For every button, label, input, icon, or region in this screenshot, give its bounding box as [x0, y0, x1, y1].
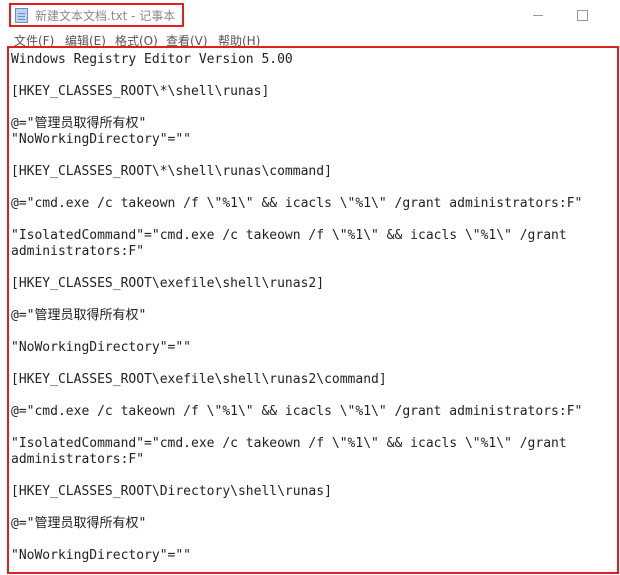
- editor-line: [HKEY_CLASSES_ROOT\exefile\shell\runas2]: [11, 276, 325, 291]
- maximize-icon: [576, 10, 588, 21]
- minimize-icon: [533, 15, 543, 16]
- window-title: 新建文本文档.txt - 记事本: [35, 9, 176, 23]
- editor-line: [HKEY_CLASSES_ROOT\*\shell\runas]: [11, 84, 270, 99]
- title-bar[interactable]: 新建文本文档.txt - 记事本: [0, 0, 620, 30]
- editor-line: administrators:F": [11, 244, 145, 259]
- editor-line: [HKEY_CLASSES_ROOT\*\shell\runas\command…: [11, 164, 332, 179]
- notepad-window: 新建文本文档.txt - 记事本 文件(F) 编辑(E) 格式(O) 查看(V)…: [0, 0, 620, 575]
- editor-line: @="cmd.exe /c takeown /f \"%1\" && icacl…: [11, 196, 583, 211]
- editor-line: @="cmd.exe /c takeown /f \"%1\" && icacl…: [11, 404, 583, 419]
- editor-line: [HKEY_CLASSES_ROOT\Directory\shell\runas…: [11, 484, 332, 499]
- editor-highlight-box: Windows Registry Editor Version 5.00 [HKE…: [7, 46, 619, 574]
- editor-line: @="管理员取得所有权": [11, 308, 147, 323]
- editor-line: "IsolatedCommand"="cmd.exe /c takeown /f…: [11, 436, 567, 451]
- text-editor[interactable]: Windows Registry Editor Version 5.00 [HKE…: [11, 52, 611, 564]
- editor-line: "NoWorkingDirectory"="": [11, 340, 192, 355]
- editor-line: @="管理员取得所有权": [11, 516, 147, 531]
- editor-line: "NoWorkingDirectory"="": [11, 548, 192, 563]
- editor-line: [HKEY_CLASSES_ROOT\exefile\shell\runas2\…: [11, 372, 387, 387]
- editor-line: "NoWorkingDirectory"="": [11, 132, 192, 147]
- editor-line: Windows Registry Editor Version 5.00: [11, 52, 293, 67]
- notepad-file-icon: [15, 8, 28, 23]
- editor-line: administrators:F": [11, 452, 145, 467]
- minimize-button[interactable]: [520, 4, 556, 26]
- editor-line: @="管理员取得所有权": [11, 116, 147, 131]
- editor-line: "IsolatedCommand"="cmd.exe /c takeown /f…: [11, 228, 567, 243]
- maximize-button[interactable]: [564, 4, 600, 26]
